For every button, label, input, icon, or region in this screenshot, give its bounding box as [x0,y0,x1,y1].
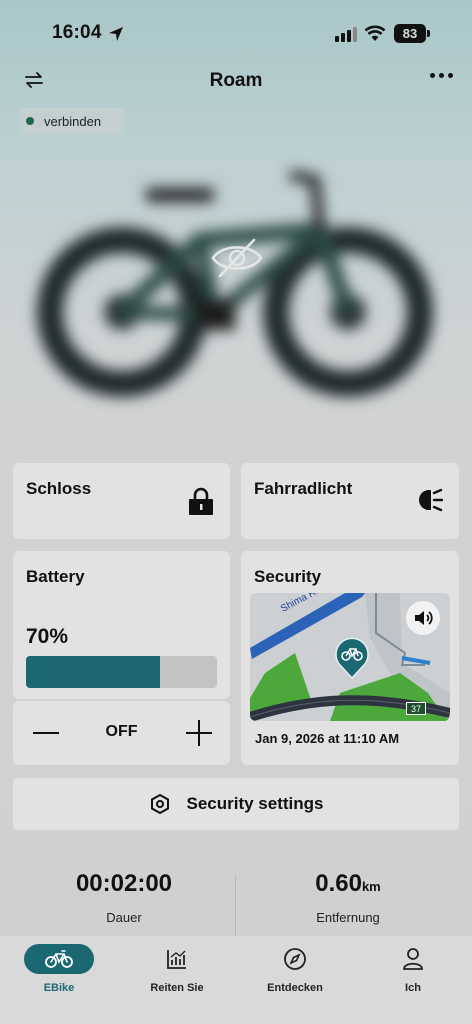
duration-label: Dauer [106,910,142,925]
tab-ride[interactable]: Reiten Sie [118,944,236,994]
lock-title: Schloss [26,479,92,498]
assist-level-control: OFF [13,701,230,765]
distance-stat: 0.60km Entfernung [237,856,459,936]
tab-bar: EBike Reiten Sie Entdecken Ich [0,936,472,1024]
tab-label-me: Ich [405,982,421,994]
map-route-badge: 37 [406,702,426,715]
lock-card[interactable]: Schloss [13,463,230,539]
security-settings-label: Security settings [186,794,324,813]
security-timestamp: Jan 9, 2026 at 11:10 AM [255,731,400,746]
ride-stats: 00:02:00 Dauer 0.60km Entfernung [13,856,459,936]
distance-unit: km [361,879,381,894]
status-bar: 16:04 83 [0,0,472,64]
battery-level-bar [26,656,217,688]
more-options-icon[interactable] [430,68,456,82]
bike-location-marker-icon[interactable] [334,635,370,679]
bike-light-title: Fahrradlicht [254,479,353,498]
duration-value: 00:02:00 [75,870,173,897]
security-map[interactable]: Shima Rn 37 [250,593,450,721]
page-title: Roam [209,70,263,91]
connection-status-dot [26,117,34,125]
wifi-icon [364,25,386,41]
distance-label: Entfernung [316,910,380,925]
cellular-signal-icon [335,26,357,42]
distance-value: 0.60 [315,870,362,897]
tab-discover[interactable]: Entdecken [236,944,354,994]
compass-icon [284,948,306,970]
lock-icon [189,487,213,515]
alarm-sound-button[interactable] [406,601,440,635]
connect-button[interactable]: verbinden [20,108,124,134]
battery-indicator-value: 83 [402,26,418,41]
increase-assist-button[interactable] [184,718,214,748]
status-time: 16:04 [52,22,102,43]
tab-label-ride: Reiten Sie [150,982,204,994]
chart-icon [167,950,186,969]
security-settings-button[interactable]: Security settings [13,778,459,830]
bicycle-icon [45,950,73,968]
eye-off-icon [211,238,263,278]
person-icon [403,948,423,970]
speaker-icon [415,611,433,625]
tab-me[interactable]: Ich [354,944,472,994]
battery-card: Battery 70% [13,551,230,699]
battery-title: Battery [26,567,85,586]
connect-label: verbinden [44,113,102,129]
battery-level-fill [26,656,160,688]
battery-indicator: 83 [394,24,430,43]
battery-percentage: 70% [26,625,69,648]
headlight-icon [419,488,443,512]
security-card[interactable]: Security Shima Rn 37 Jan 9, 2026 at 11:1… [241,551,459,765]
duration-stat: 00:02:00 Dauer [13,856,235,936]
bike-image [30,150,440,410]
header: Roam [0,64,472,100]
settings-hexagon-icon [150,793,169,815]
bike-light-card[interactable]: Fahrradlicht [241,463,459,539]
tab-active-indicator [24,944,94,974]
security-title: Security [254,567,322,586]
location-arrow-icon [109,27,123,41]
tab-label-discover: Entdecken [267,982,323,994]
stats-divider [235,874,236,936]
tab-label-ebike: EBike [43,982,75,994]
bike-silhouette [37,170,433,397]
tab-ebike[interactable]: EBike [0,944,118,994]
